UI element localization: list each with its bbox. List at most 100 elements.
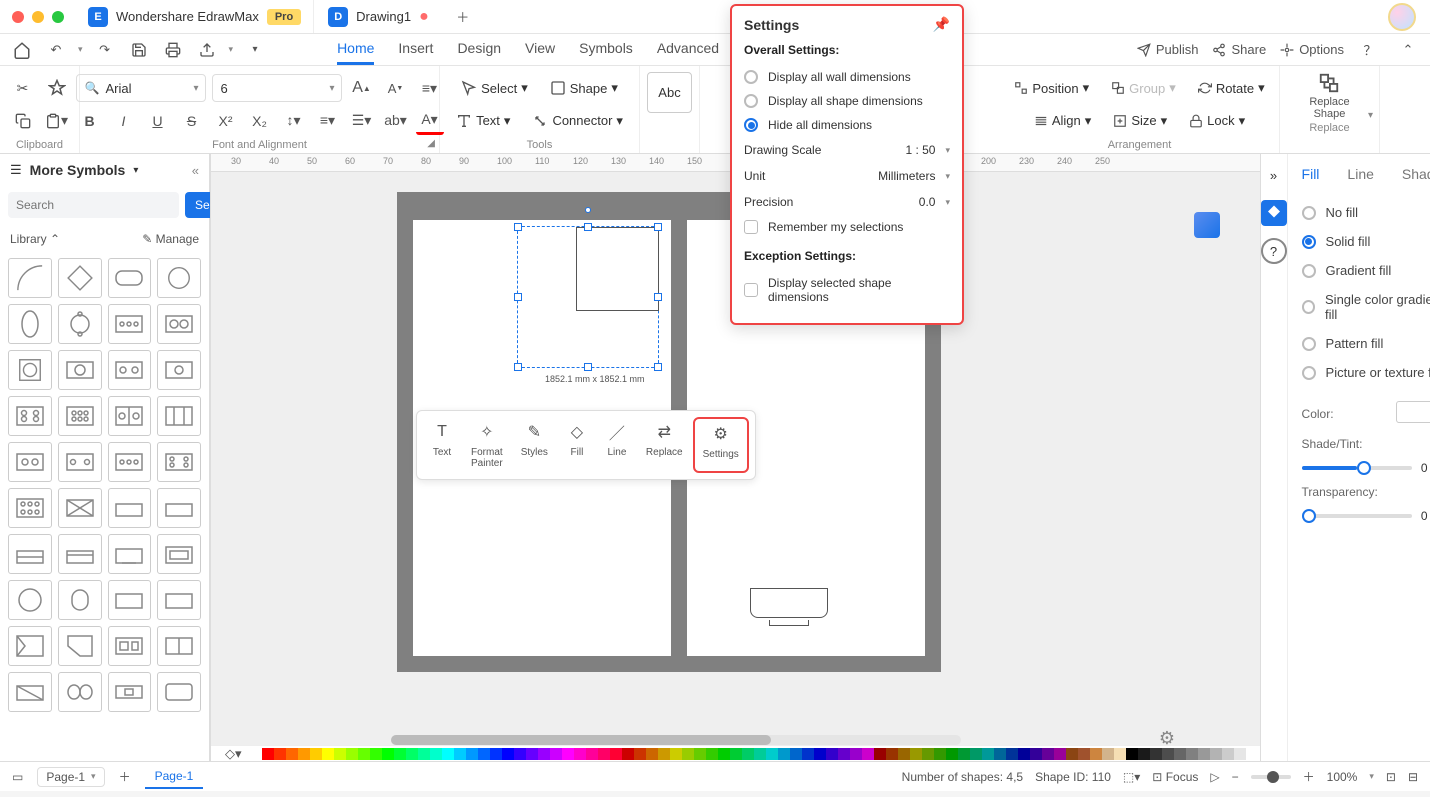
ai-assistant-icon[interactable] bbox=[1194, 212, 1220, 238]
color-swatch[interactable] bbox=[898, 748, 910, 760]
display-wall-dims-option[interactable]: Display all wall dimensions bbox=[744, 65, 950, 89]
color-swatch[interactable] bbox=[358, 748, 370, 760]
save-icon[interactable] bbox=[127, 38, 151, 62]
symbol-item[interactable] bbox=[108, 258, 152, 298]
fill-swatch-icon[interactable]: ◇▾ bbox=[225, 746, 242, 762]
symbol-item[interactable] bbox=[108, 580, 152, 620]
selection-box[interactable] bbox=[517, 226, 659, 368]
focus-mode[interactable]: ⊡ Focus bbox=[1152, 770, 1198, 784]
symbol-item[interactable] bbox=[8, 350, 52, 390]
collapse-panel-icon[interactable]: « bbox=[192, 163, 199, 178]
color-swatch[interactable] bbox=[802, 748, 814, 760]
tab-modified-close-icon[interactable]: ● bbox=[419, 8, 429, 26]
symbol-item[interactable] bbox=[157, 442, 201, 482]
text-tool[interactable]: Text ▾ bbox=[448, 107, 518, 135]
font-size-combo[interactable]: 6 bbox=[212, 74, 342, 102]
color-swatch[interactable] bbox=[634, 748, 646, 760]
pages-icon[interactable]: ▭ bbox=[12, 770, 23, 784]
zoom-slider[interactable] bbox=[1251, 775, 1291, 779]
float-replace[interactable]: ⇄Replace bbox=[638, 417, 691, 473]
symbol-item[interactable] bbox=[157, 396, 201, 436]
color-swatch[interactable] bbox=[946, 748, 958, 760]
color-swatch[interactable] bbox=[718, 748, 730, 760]
drawing-scale-select[interactable]: 1 : 50 bbox=[905, 143, 950, 157]
export-icon[interactable] bbox=[195, 38, 219, 62]
color-swatch[interactable] bbox=[1222, 748, 1234, 760]
symbol-item[interactable] bbox=[58, 580, 102, 620]
shade-slider[interactable] bbox=[1302, 466, 1412, 470]
color-swatch[interactable] bbox=[910, 748, 922, 760]
help-icon[interactable]: ？ bbox=[1358, 38, 1382, 62]
symbol-item[interactable] bbox=[157, 488, 201, 528]
font-family-combo[interactable]: 🔍Arial bbox=[76, 74, 206, 102]
color-swatch[interactable] bbox=[574, 748, 586, 760]
color-swatch[interactable] bbox=[1174, 748, 1186, 760]
text-direction-button[interactable]: ↕▾ bbox=[280, 107, 308, 135]
tab-insert[interactable]: Insert bbox=[398, 34, 433, 65]
color-swatch[interactable] bbox=[1042, 748, 1054, 760]
color-swatch[interactable] bbox=[1186, 748, 1198, 760]
symbol-item[interactable] bbox=[157, 258, 201, 298]
format-painter-button[interactable] bbox=[43, 74, 71, 102]
print-icon[interactable] bbox=[161, 38, 185, 62]
color-swatch[interactable] bbox=[418, 748, 430, 760]
color-swatch[interactable] bbox=[1030, 748, 1042, 760]
rotate-handle[interactable] bbox=[585, 207, 591, 213]
tab-view[interactable]: View bbox=[525, 34, 555, 65]
color-swatch[interactable] bbox=[778, 748, 790, 760]
color-swatch[interactable] bbox=[598, 748, 610, 760]
bold-button[interactable]: B bbox=[76, 107, 104, 135]
color-swatch[interactable] bbox=[766, 748, 778, 760]
color-swatch[interactable] bbox=[1018, 748, 1030, 760]
collapse-ribbon-icon[interactable]: ⌃ bbox=[1396, 38, 1420, 62]
pattern-fill-option[interactable]: Pattern fill bbox=[1302, 329, 1430, 358]
shape-tool[interactable]: Shape ▾ bbox=[542, 74, 626, 102]
color-swatch[interactable] bbox=[646, 748, 658, 760]
color-swatch[interactable] bbox=[430, 748, 442, 760]
color-swatch[interactable] bbox=[310, 748, 322, 760]
color-swatch[interactable] bbox=[742, 748, 754, 760]
line-spacing-button[interactable]: ≡▾ bbox=[314, 107, 342, 135]
paste-button[interactable]: ▾ bbox=[43, 107, 71, 135]
color-swatch[interactable] bbox=[406, 748, 418, 760]
symbol-item[interactable] bbox=[58, 534, 102, 574]
add-page-button[interactable]: ＋ bbox=[119, 768, 131, 785]
symbol-item[interactable] bbox=[58, 396, 102, 436]
list-button[interactable]: ☰▾ bbox=[348, 107, 376, 135]
color-swatch[interactable] bbox=[514, 748, 526, 760]
case-button[interactable]: ab▾ bbox=[382, 107, 410, 135]
display-shape-dims-option[interactable]: Display all shape dimensions bbox=[744, 89, 950, 113]
color-swatch[interactable] bbox=[754, 748, 766, 760]
no-fill-option[interactable]: No fill bbox=[1302, 198, 1430, 227]
align-shapes-button[interactable]: Align▾ bbox=[1026, 107, 1099, 135]
color-swatch[interactable] bbox=[1090, 748, 1102, 760]
symbol-item[interactable] bbox=[8, 396, 52, 436]
document-tab[interactable]: D Drawing1 ● bbox=[313, 0, 443, 33]
remember-selections-checkbox[interactable]: Remember my selections bbox=[744, 215, 950, 239]
zoom-in[interactable]: ＋ bbox=[1303, 768, 1315, 785]
unit-select[interactable]: Millimeters bbox=[878, 169, 950, 183]
rotate-button[interactable]: Rotate▾ bbox=[1190, 74, 1273, 102]
color-swatch[interactable] bbox=[850, 748, 862, 760]
more-quick-access[interactable]: ▾ bbox=[243, 38, 267, 62]
connector-tool[interactable]: Connector ▾ bbox=[524, 107, 631, 135]
user-avatar[interactable] bbox=[1388, 3, 1416, 31]
symbol-item[interactable] bbox=[8, 258, 52, 298]
color-swatch[interactable] bbox=[706, 748, 718, 760]
symbol-item[interactable] bbox=[58, 488, 102, 528]
symbol-item[interactable] bbox=[58, 304, 102, 344]
symbol-item[interactable] bbox=[108, 304, 152, 344]
hide-all-dims-option[interactable]: Hide all dimensions bbox=[744, 113, 950, 137]
gradient-fill-option[interactable]: Gradient fill bbox=[1302, 256, 1430, 285]
minimize-window[interactable] bbox=[32, 11, 44, 23]
picture-fill-option[interactable]: Picture or texture fill bbox=[1302, 358, 1430, 387]
color-swatch[interactable] bbox=[382, 748, 394, 760]
font-dialog-launcher[interactable]: ◢ bbox=[427, 138, 435, 149]
symbol-search-input[interactable] bbox=[8, 192, 179, 218]
color-swatch[interactable] bbox=[334, 748, 346, 760]
single-gradient-option[interactable]: Single color gradient fill bbox=[1302, 285, 1430, 329]
tab-symbols[interactable]: Symbols bbox=[579, 34, 633, 65]
color-swatch[interactable] bbox=[982, 748, 994, 760]
undo-button[interactable]: ↶ bbox=[44, 38, 68, 62]
shadow-tab[interactable]: Shadow bbox=[1402, 162, 1430, 186]
